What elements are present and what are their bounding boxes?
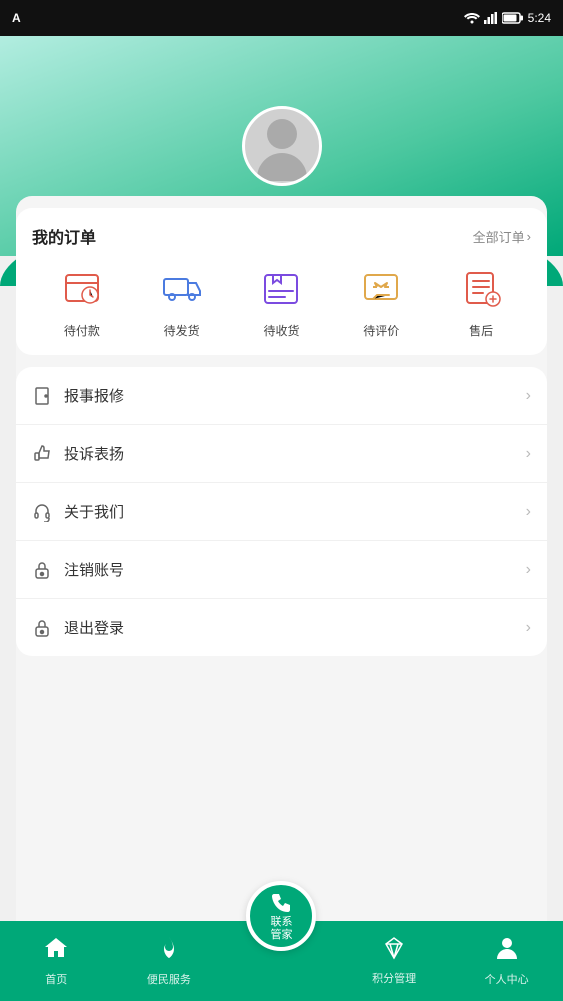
menu-cancel-account-text: 注销账号 xyxy=(64,559,124,580)
orders-header: 我的订单 全部订单 › xyxy=(32,224,531,248)
order-after-sale-label: 售后 xyxy=(469,322,493,339)
door-icon xyxy=(32,386,52,406)
menu-complaint-text: 投诉表扬 xyxy=(64,443,124,464)
chevron-icon: › xyxy=(526,561,531,579)
thumb-icon xyxy=(32,444,52,464)
pending-pay-icon xyxy=(60,267,104,311)
person-icon xyxy=(495,935,519,967)
order-pending-pay[interactable]: 待付款 xyxy=(57,264,107,339)
order-pending-receive[interactable]: 待收货 xyxy=(256,264,306,339)
orders-icons: 待付款 待发货 xyxy=(32,264,531,339)
chevron-icon: › xyxy=(526,387,531,405)
status-bar: A 5:24 xyxy=(0,0,563,36)
order-pending-ship[interactable]: 待发货 xyxy=(157,264,207,339)
order-pending-pay-label: 待付款 xyxy=(64,322,100,339)
menu-card: 报事报修 › 投诉表扬 › xyxy=(16,367,547,656)
chevron-icon: › xyxy=(526,503,531,521)
pending-review-icon xyxy=(359,267,403,311)
pending-ship-icon xyxy=(160,267,204,311)
order-pending-ship-label: 待发货 xyxy=(164,322,200,339)
home-icon xyxy=(43,935,69,967)
orders-card: 我的订单 全部订单 › 待付款 xyxy=(16,208,547,355)
menu-cancel-account[interactable]: 注销账号 › xyxy=(16,541,547,599)
menu-report[interactable]: 报事报修 › xyxy=(16,367,547,425)
battery-icon xyxy=(502,12,524,24)
pending-receive-icon xyxy=(259,267,303,311)
order-pending-receive-label: 待收货 xyxy=(263,322,299,339)
nav-points[interactable]: 积分管理 xyxy=(338,936,451,986)
signal-icon xyxy=(484,12,498,24)
nav-contact-label: 联系 管家 xyxy=(270,916,292,942)
headset-icon xyxy=(32,502,52,522)
app-label: A xyxy=(12,11,21,25)
chevron-icon: › xyxy=(526,619,531,637)
wifi-icon xyxy=(464,12,480,24)
nav-contact-button[interactable]: 联系 管家 xyxy=(246,881,316,951)
nav-services[interactable]: 便民服务 xyxy=(113,935,226,987)
order-after-sale[interactable]: 售后 xyxy=(456,264,506,339)
nav-points-label: 积分管理 xyxy=(372,970,416,986)
orders-title: 我的订单 xyxy=(32,224,96,248)
chevron-icon: › xyxy=(526,445,531,463)
menu-logout[interactable]: 退出登录 › xyxy=(16,599,547,656)
fire-icon xyxy=(158,935,180,967)
diamond-icon xyxy=(382,936,406,966)
nav-profile[interactable]: 个人中心 xyxy=(450,935,563,987)
order-pending-review[interactable]: 待评价 xyxy=(356,264,406,339)
menu-report-text: 报事报修 xyxy=(64,385,124,406)
logout-lock-icon xyxy=(32,618,52,638)
lock-icon xyxy=(32,560,52,580)
phone-icon xyxy=(268,890,294,916)
bottom-nav: 首页 便民服务 联系 管家 积分管理 xyxy=(0,921,563,1001)
menu-about[interactable]: 关于我们 › xyxy=(16,483,547,541)
all-orders-link[interactable]: 全部订单 › xyxy=(473,227,531,246)
time-display: 5:24 xyxy=(528,11,551,25)
nav-home-label: 首页 xyxy=(45,971,67,987)
nav-services-label: 便民服务 xyxy=(147,971,191,987)
order-pending-review-label: 待评价 xyxy=(363,322,399,339)
main-content: 我的订单 全部订单 › 待付款 xyxy=(16,196,547,921)
menu-about-text: 关于我们 xyxy=(64,501,124,522)
after-sale-icon xyxy=(459,267,503,311)
avatar[interactable] xyxy=(242,106,322,186)
menu-complaint[interactable]: 投诉表扬 › xyxy=(16,425,547,483)
nav-profile-label: 个人中心 xyxy=(485,971,529,987)
nav-home[interactable]: 首页 xyxy=(0,935,113,987)
menu-logout-text: 退出登录 xyxy=(64,617,124,638)
status-bar-right: 5:24 xyxy=(464,11,551,25)
